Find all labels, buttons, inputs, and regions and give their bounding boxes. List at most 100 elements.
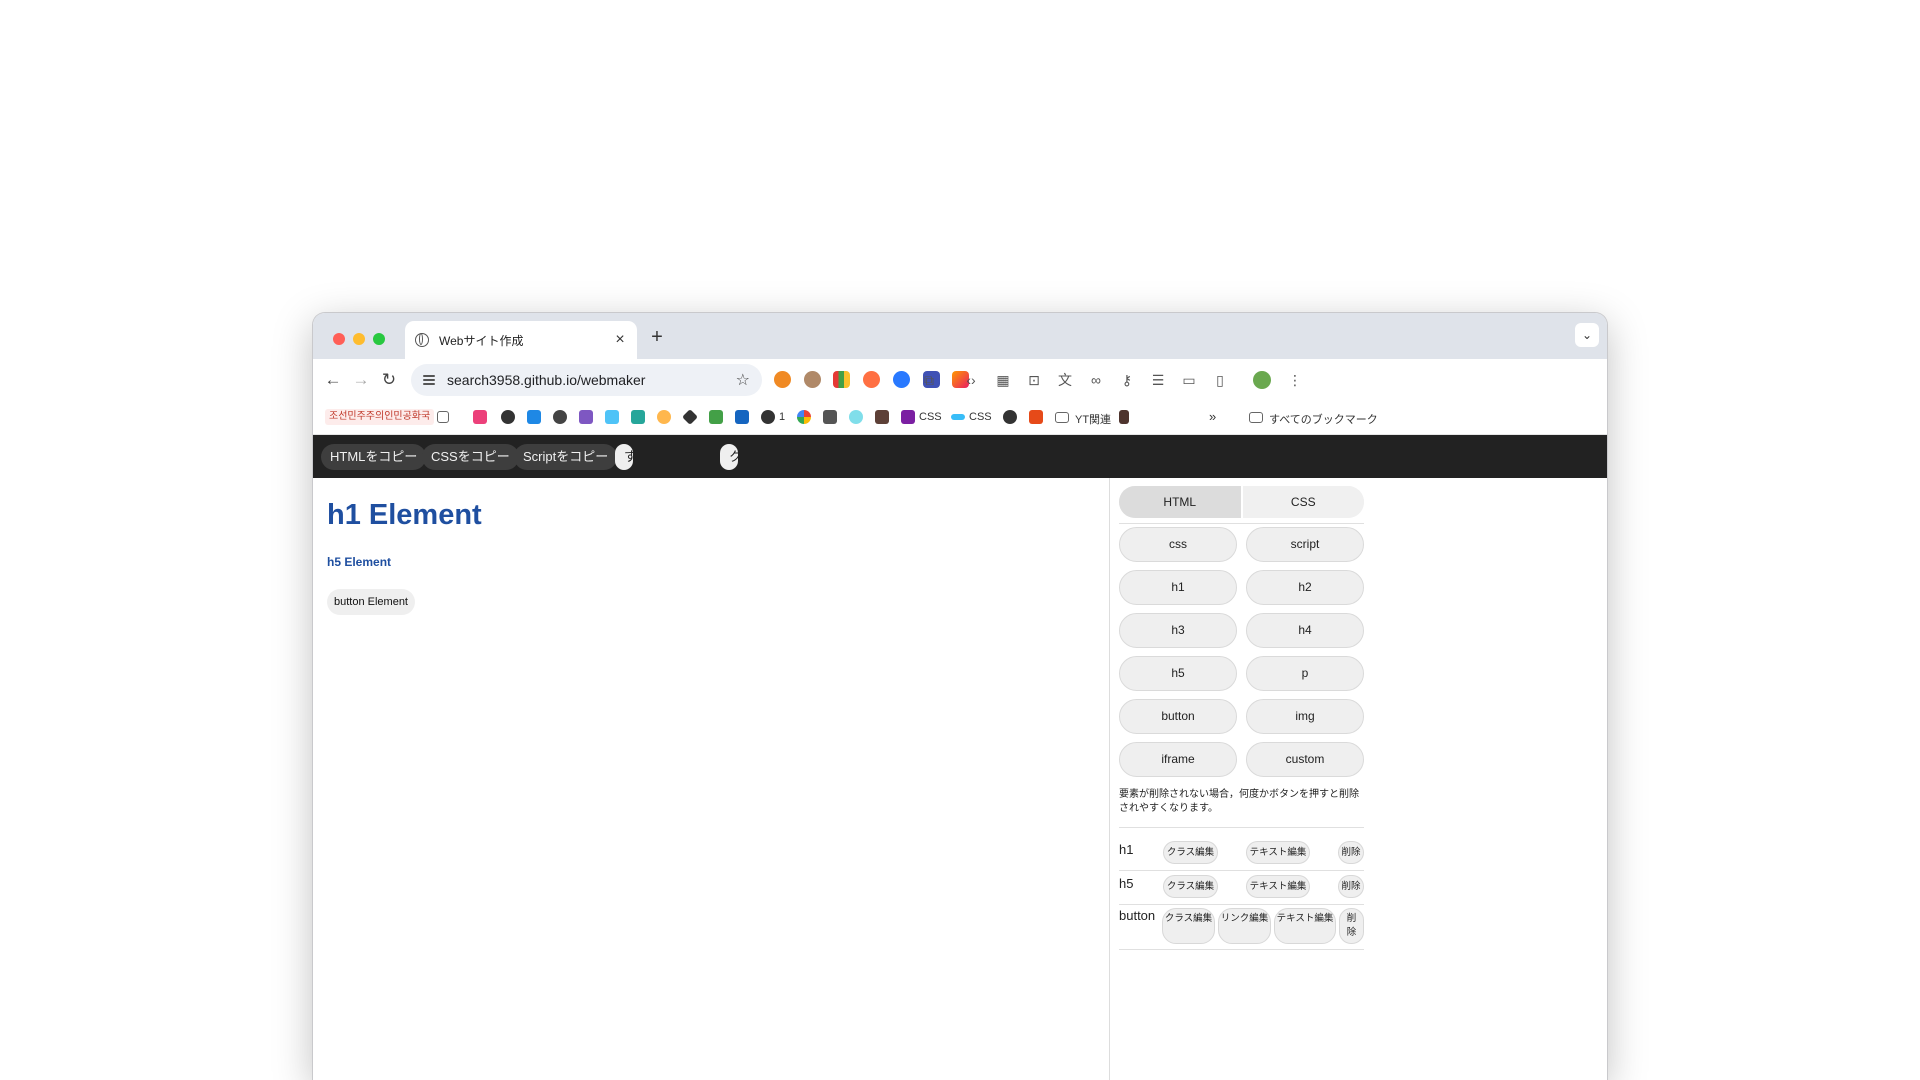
minimize-window-button[interactable] [353,333,365,345]
preview-button[interactable]: button Element [327,589,415,615]
site-settings-icon[interactable] [423,374,435,386]
bookmark-icon[interactable] [682,409,698,425]
reader-mode-icon[interactable]: ▭ [1177,368,1201,392]
new-tab-button[interactable]: + [645,326,669,349]
add-h3-button[interactable]: h3 [1119,613,1237,648]
text-edit-button[interactable]: テキスト編集 [1246,841,1310,864]
delete-button[interactable]: 削除 [1338,875,1364,898]
bootstrap-icon[interactable] [901,410,915,424]
bookmark-item[interactable]: 조선민주주의인민공화국 [325,409,435,425]
forward-arrow-icon[interactable]: → [349,368,373,392]
add-h2-button[interactable]: h2 [1246,570,1364,605]
tab-css[interactable]: CSS [1240,486,1364,518]
bookmark-label[interactable]: CSS [919,411,942,423]
tab-strip: Webサイト作成 × + ⌄ [313,313,1607,359]
bookmark-label[interactable]: CSS [969,411,992,423]
bookmark-icon[interactable] [709,410,723,424]
bookmark-star-icon[interactable]: ☆ [736,370,750,390]
class-edit-button[interactable]: クラス編集 [1162,908,1215,944]
bookmark-icon[interactable] [1029,410,1043,424]
bookmark-icon[interactable] [1119,410,1129,424]
add-h5-button[interactable]: h5 [1119,656,1237,691]
back-arrow-icon[interactable]: ← [321,368,345,392]
url-text[interactable]: search3958.github.io/webmaker [447,372,736,388]
delete-hint-text: 要素が削除されない場合，何度かボタンを押すと削除されやすくなります。 [1119,789,1359,814]
add-script-button[interactable]: script [1246,527,1364,562]
bookmark-icon[interactable] [605,410,619,424]
bookmark-icon[interactable] [849,410,863,424]
add-custom-button[interactable]: custom [1246,742,1364,777]
maximize-window-button[interactable] [373,333,385,345]
bookmark-icon[interactable] [473,410,487,424]
divider [1119,904,1364,905]
address-bar[interactable]: search3958.github.io/webmaker ☆ [411,364,762,396]
globe-icon[interactable] [761,410,775,424]
preview-h5: h5 Element [327,555,392,569]
text-edit-button[interactable]: テキスト編集 [1246,875,1310,898]
password-key-icon[interactable]: ⚷ [1115,368,1139,392]
bookmark-icon[interactable] [735,410,749,424]
extension-blocks-icon[interactable] [833,371,850,388]
profile-avatar[interactable] [1253,371,1271,389]
apps-grid-icon[interactable] [437,411,449,423]
reload-icon[interactable]: ↻ [377,368,401,392]
copy-css-button[interactable]: CSSをコピー [422,444,519,470]
globe-icon [415,333,429,347]
tab-html[interactable]: HTML [1119,486,1241,518]
bookmark-icon[interactable] [875,410,889,424]
bookmark-icon[interactable] [501,410,515,424]
qr-code-icon[interactable]: ▦ [991,368,1015,392]
tab-close-button[interactable]: × [609,331,631,349]
class-edit-button[interactable]: クラス編集 [1163,875,1218,898]
bookmarks-overflow-chevron-icon[interactable]: » [1209,409,1216,424]
add-h4-button[interactable]: h4 [1246,613,1364,648]
bookmark-folder-label[interactable]: YT関連 [1075,411,1111,427]
browser-tab[interactable]: Webサイト作成 × [405,321,637,359]
copy-script-button[interactable]: Scriptをコピー [514,444,618,470]
folder-icon[interactable] [1249,412,1263,423]
extension-fire-icon[interactable] [863,371,880,388]
google-icon[interactable] [797,410,811,424]
code-icon[interactable]: ‹› [959,368,983,392]
bookmark-icon[interactable] [631,410,645,424]
devices-icon[interactable]: ▯ [1208,368,1232,392]
delete-button[interactable]: 削除 [1339,908,1364,944]
extensions-puzzle-icon[interactable]: ⧉ [917,368,941,392]
extension-face-icon[interactable] [804,371,821,388]
extension-orange-icon[interactable] [774,371,791,388]
clear-button[interactable]: クリア [720,444,742,516]
bookmark-icon[interactable] [657,410,671,424]
tab-search-button[interactable]: ⌄ [1575,323,1599,347]
element-row: h5 クラス編集 テキスト編集 削除 [1119,871,1365,903]
close-window-button[interactable] [333,333,345,345]
add-img-button[interactable]: img [1246,699,1364,734]
extension-blue-icon[interactable] [893,371,910,388]
text-edit-button[interactable]: テキスト編集 [1274,908,1336,944]
class-edit-button[interactable]: クラス編集 [1163,841,1218,864]
all-bookmarks-label[interactable]: すべてのブックマーク [1269,411,1378,427]
add-p-button[interactable]: p [1246,656,1364,691]
add-iframe-button[interactable]: iframe [1119,742,1237,777]
globe-icon[interactable] [1003,410,1017,424]
add-h1-button[interactable]: h1 [1119,570,1237,605]
element-row: h1 クラス編集 テキスト編集 削除 [1119,837,1365,869]
link-icon[interactable]: ∞ [1084,368,1108,392]
screenshot-icon[interactable]: ⊡ [1022,368,1046,392]
translate-icon[interactable]: 文 [1053,368,1077,392]
menu-kebab-icon[interactable]: ⋮ [1283,368,1307,392]
globe-icon[interactable] [553,410,567,424]
add-css-button[interactable]: css [1119,527,1237,562]
add-button-button[interactable]: button [1119,699,1237,734]
tailwind-icon[interactable] [951,414,965,420]
link-edit-button[interactable]: リンク編集 [1218,908,1271,944]
bookmark-icon[interactable] [823,410,837,424]
copy-html-button[interactable]: HTMLをコピー [321,444,427,470]
copy-all-button[interactable]: すべてをコピー [615,444,637,620]
folder-icon[interactable] [1055,412,1069,423]
delete-button[interactable]: 削除 [1338,841,1364,864]
bookmark-icon[interactable] [527,410,541,424]
reading-list-icon[interactable]: ☰ [1146,368,1170,392]
element-row-label: h5 [1119,876,1134,891]
bookmark-icon[interactable] [579,410,593,424]
bookmark-label[interactable]: 1 [779,411,785,423]
